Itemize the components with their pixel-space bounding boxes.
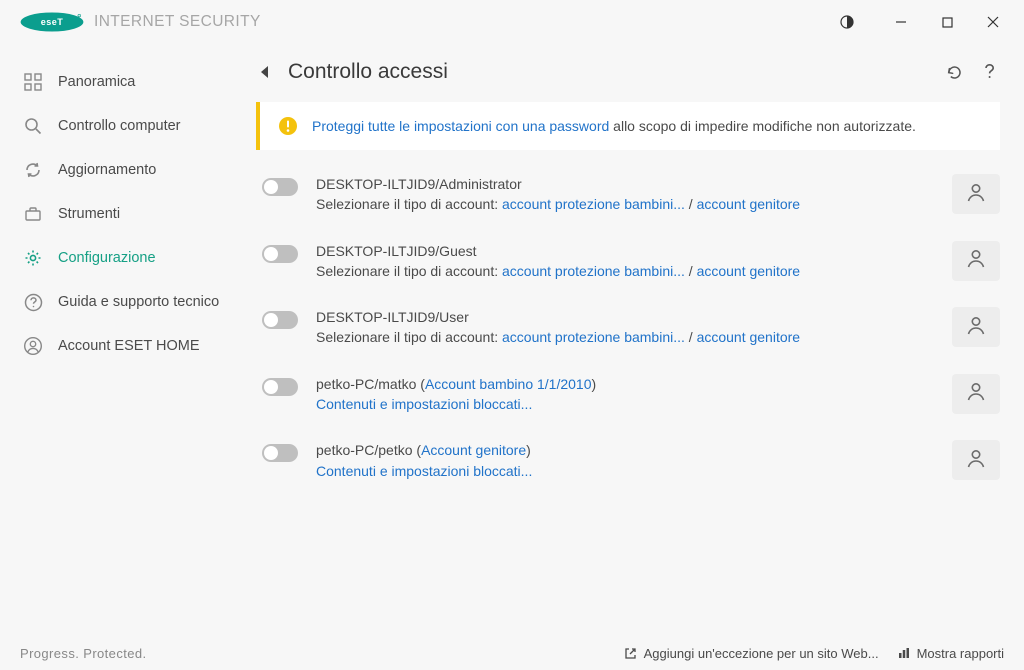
account-toggle[interactable] — [262, 444, 298, 462]
sidebar-item-account[interactable]: Account ESET HOME — [0, 324, 248, 368]
svg-text:eseT: eseT — [41, 17, 64, 27]
protect-password-link[interactable]: Proteggi tutte le impostazioni con una p… — [312, 118, 609, 134]
sidebar-item-tools[interactable]: Strumenti — [0, 192, 248, 236]
account-toggle[interactable] — [262, 311, 298, 329]
account-type-link[interactable]: Account genitore — [421, 442, 526, 458]
footer: Progress. Protected. Aggiungi un'eccezio… — [0, 636, 1024, 670]
sidebar-item-label: Controllo computer — [58, 117, 181, 135]
tagline: Progress. Protected. — [20, 646, 147, 661]
close-button[interactable] — [970, 6, 1016, 38]
briefcase-icon — [22, 203, 44, 225]
account-text: DESKTOP-ILTJID9/GuestSelezionare il tipo… — [316, 241, 934, 282]
eset-logo: eseT R — [20, 12, 84, 32]
account-user-button[interactable] — [952, 174, 1000, 214]
sidebar-item-update[interactable]: Aggiornamento — [0, 148, 248, 192]
account-toggle[interactable] — [262, 178, 298, 196]
account-subline: Selezionare il tipo di account: account … — [316, 261, 934, 281]
account-subline: Contenuti e impostazioni bloccati... — [316, 461, 934, 481]
warning-icon — [278, 116, 298, 136]
account-row: DESKTOP-ILTJID9/GuestSelezionare il tipo… — [256, 233, 1000, 300]
account-user-button[interactable] — [952, 307, 1000, 347]
page-header: Controllo accessi — [256, 60, 1000, 84]
maximize-button[interactable] — [924, 6, 970, 38]
child-account-link[interactable]: account protezione bambini... — [502, 329, 685, 345]
account-title: DESKTOP-ILTJID9/Administrator — [316, 174, 934, 194]
user-icon — [965, 181, 987, 208]
user-circle-icon — [22, 335, 44, 357]
account-toggle[interactable] — [262, 245, 298, 263]
user-icon — [965, 314, 987, 341]
sidebar-item-computer-scan[interactable]: Controllo computer — [0, 104, 248, 148]
child-account-link[interactable]: account protezione bambini... — [502, 263, 685, 279]
main-content: Controllo accessi Proteggi tutte le impo… — [248, 44, 1024, 636]
help-page-icon[interactable] — [980, 62, 1000, 82]
account-subline: Selezionare il tipo di account: account … — [316, 194, 934, 214]
account-subline: Contenuti e impostazioni bloccati... — [316, 394, 934, 414]
account-row: DESKTOP-ILTJID9/AdministratorSelezionare… — [256, 166, 1000, 233]
account-text: DESKTOP-ILTJID9/AdministratorSelezionare… — [316, 174, 934, 215]
reset-icon[interactable] — [944, 62, 964, 82]
parent-account-link[interactable]: account genitore — [697, 329, 801, 345]
account-title: DESKTOP-ILTJID9/User — [316, 307, 934, 327]
user-icon — [965, 447, 987, 474]
sidebar-item-label: Panoramica — [58, 73, 135, 91]
sidebar-item-overview[interactable]: Panoramica — [0, 60, 248, 104]
password-notice: Proteggi tutte le impostazioni con una p… — [256, 102, 1000, 150]
child-account-link[interactable]: account protezione bambini... — [502, 196, 685, 212]
parent-account-link[interactable]: account genitore — [697, 263, 801, 279]
minimize-button[interactable] — [878, 6, 924, 38]
contrast-button[interactable] — [824, 6, 870, 38]
account-text: DESKTOP-ILTJID9/UserSelezionare il tipo … — [316, 307, 934, 348]
sidebar-item-setup[interactable]: Configurazione — [0, 236, 248, 280]
dashboard-icon — [22, 71, 44, 93]
add-exception-link[interactable]: Aggiungi un'eccezione per un sito Web... — [624, 646, 879, 661]
parent-account-link[interactable]: account genitore — [697, 196, 801, 212]
refresh-icon — [22, 159, 44, 181]
account-title: petko-PC/petko (Account genitore) — [316, 440, 934, 460]
blocked-settings-link[interactable]: Contenuti e impostazioni bloccati... — [316, 463, 532, 479]
sidebar-item-label: Strumenti — [58, 205, 120, 223]
account-title: petko-PC/matko (Account bambino 1/1/2010… — [316, 374, 934, 394]
back-button[interactable] — [256, 63, 274, 81]
show-reports-link[interactable]: Mostra rapporti — [897, 646, 1004, 661]
account-user-button[interactable] — [952, 374, 1000, 414]
brand: eseT R INTERNET SECURITY — [20, 12, 261, 32]
account-text: petko-PC/matko (Account bambino 1/1/2010… — [316, 374, 934, 415]
account-subline: Selezionare il tipo di account: account … — [316, 327, 934, 347]
sidebar-item-label: Account ESET HOME — [58, 337, 200, 355]
product-name: INTERNET SECURITY — [94, 13, 261, 31]
account-type-link[interactable]: Account bambino 1/1/2010 — [425, 376, 592, 392]
account-row: DESKTOP-ILTJID9/UserSelezionare il tipo … — [256, 299, 1000, 366]
account-title: DESKTOP-ILTJID9/Guest — [316, 241, 934, 261]
account-toggle[interactable] — [262, 378, 298, 396]
user-icon — [965, 380, 987, 407]
reports-icon — [897, 646, 911, 660]
search-icon — [22, 115, 44, 137]
sidebar-item-help[interactable]: Guida e supporto tecnico — [0, 280, 248, 324]
external-link-icon — [624, 646, 638, 660]
user-icon — [965, 247, 987, 274]
accounts-list: DESKTOP-ILTJID9/AdministratorSelezionare… — [256, 166, 1000, 499]
titlebar: eseT R INTERNET SECURITY — [0, 0, 1024, 44]
account-row: petko-PC/matko (Account bambino 1/1/2010… — [256, 366, 1000, 433]
account-text: petko-PC/petko (Account genitore) Contenu… — [316, 440, 934, 481]
account-user-button[interactable] — [952, 241, 1000, 281]
help-icon — [22, 291, 44, 313]
window-controls — [824, 6, 1016, 38]
sidebar-item-label: Configurazione — [58, 249, 156, 267]
sidebar-item-label: Guida e supporto tecnico — [58, 293, 219, 311]
sidebar-item-label: Aggiornamento — [58, 161, 156, 179]
gear-icon — [22, 247, 44, 269]
account-user-button[interactable] — [952, 440, 1000, 480]
notice-text: Proteggi tutte le impostazioni con una p… — [312, 118, 916, 134]
page-title: Controllo accessi — [288, 60, 448, 84]
account-row: petko-PC/petko (Account genitore) Contenu… — [256, 432, 1000, 499]
sidebar: Panoramica Controllo computer Aggiorname… — [0, 44, 248, 636]
blocked-settings-link[interactable]: Contenuti e impostazioni bloccati... — [316, 396, 532, 412]
